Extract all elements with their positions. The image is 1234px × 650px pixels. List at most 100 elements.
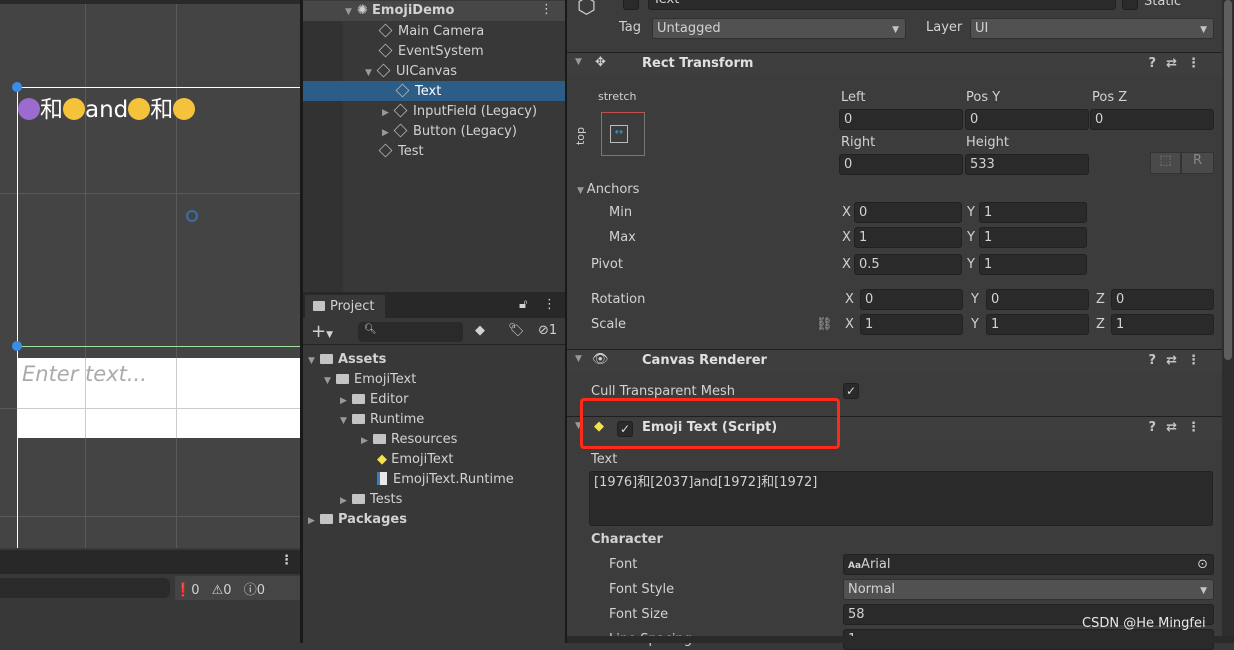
project-item[interactable]: ▶ Tests (340, 490, 402, 510)
pivot-label: Pivot (591, 257, 623, 272)
project-item[interactable]: ▼ EmojiText (324, 370, 416, 390)
filter-by-label-icon[interactable]: 🏷︎ (508, 323, 525, 338)
posy-input[interactable]: 0 (965, 109, 1089, 130)
project-item[interactable]: ▼ Runtime (340, 410, 424, 430)
console-search[interactable] (0, 578, 170, 598)
font-style-dropdown[interactable]: Normal (843, 579, 1214, 600)
lock-icon[interactable]: 🔓︎ (519, 297, 527, 312)
pivot-y-input[interactable]: 1 (979, 254, 1087, 275)
input-field[interactable]: Enter text... (17, 358, 300, 438)
anchor-presets-button[interactable]: ↔ (601, 112, 645, 156)
help-icon[interactable]: ? (1149, 56, 1167, 71)
pivot-handle[interactable] (186, 210, 198, 222)
character-section-label: Character (591, 532, 663, 547)
y-label: Y (971, 292, 979, 307)
more-icon[interactable]: ⋮ (280, 553, 293, 568)
font-object-field[interactable]: AaArial ⊙ (843, 554, 1214, 575)
font-size-label: Font Size (609, 607, 669, 622)
more-icon[interactable]: ⋮ (1187, 353, 1210, 368)
hierarchy-item[interactable]: Main Camera (378, 22, 484, 42)
posz-input[interactable]: 0 (1090, 109, 1214, 130)
hierarchy-panel: ▼ ✺ EmojiDemo ⋮ Main Camera EventSystem ▼… (303, 0, 565, 292)
anchor-max-x-input[interactable]: 1 (854, 227, 962, 248)
rotation-y-input[interactable]: 0 (986, 289, 1089, 310)
project-item[interactable]: ▶ Resources (361, 430, 457, 450)
help-icon[interactable]: ? (1149, 353, 1167, 368)
gameobject-name-input[interactable]: Text (648, 0, 1116, 10)
anchor-max-y-input[interactable]: 1 (979, 227, 1087, 248)
hierarchy-item[interactable]: ▶ Button (Legacy) (382, 122, 517, 142)
create-button[interactable]: +▼ (311, 321, 333, 342)
constrain-proportions-icon[interactable]: ⛓︎ (816, 317, 833, 333)
gameobject-icon (378, 23, 393, 38)
cull-transparent-mesh-checkbox[interactable]: ✓ (843, 383, 859, 399)
scene-view[interactable]: 和 and 和 Enter text... (0, 0, 300, 548)
hidden-packages-toggle[interactable]: ⊘1 (538, 323, 557, 338)
hierarchy-item-selected[interactable]: Text (395, 82, 441, 102)
anchor-handle[interactable] (12, 341, 22, 351)
more-icon[interactable]: ⋮ (543, 297, 556, 312)
height-input[interactable]: 533 (965, 154, 1089, 175)
active-checkbox[interactable] (623, 0, 639, 10)
project-search-input[interactable]: 🔍︎ (358, 322, 463, 342)
warning-count-toggle[interactable]: ⚠0 (212, 583, 232, 598)
folder-open-icon (320, 354, 333, 364)
tag-dropdown[interactable]: Untagged (652, 18, 906, 39)
help-icon[interactable]: ? (1149, 420, 1167, 435)
right-input[interactable]: 0 (839, 154, 963, 175)
more-icon[interactable]: ⋮ (1187, 420, 1210, 435)
rect-transform-header[interactable]: ▼ ✥ Rect Transform ?⇄⋮ (567, 52, 1222, 76)
script-icon: ◆ (377, 452, 392, 467)
presets-icon[interactable]: ⇄ (1166, 56, 1187, 71)
text-area[interactable]: [1976]和[2037]and[1972]和[1972] (589, 471, 1213, 526)
x-label: X (845, 317, 854, 332)
more-icon[interactable]: ⋮ (1187, 56, 1210, 71)
scale-z-input[interactable]: 1 (1111, 314, 1214, 335)
project-item[interactable]: ▶ Packages (308, 510, 407, 530)
scale-x-input[interactable]: 1 (860, 314, 963, 335)
canvas-renderer-header[interactable]: ▼ 👁︎ Canvas Renderer ?⇄⋮ (567, 349, 1222, 373)
hierarchy-item[interactable]: EventSystem (378, 42, 484, 62)
hierarchy-item[interactable]: ▼ UICanvas (365, 62, 457, 82)
raw-edit-button[interactable]: R (1181, 152, 1214, 174)
y-label: Y (967, 205, 975, 220)
error-count-toggle[interactable]: ❗0 (175, 583, 199, 598)
anchor-min-y-input[interactable]: 1 (979, 202, 1087, 223)
pivot-x-input[interactable]: 0.5 (854, 254, 962, 275)
rotation-x-input[interactable]: 0 (860, 289, 963, 310)
z-label: Z (1096, 317, 1105, 332)
scene-header[interactable]: ▼ ✺ EmojiDemo ⋮ (303, 1, 565, 21)
project-item[interactable]: ▼ Assets (308, 350, 386, 370)
text-run: and (85, 97, 129, 123)
left-input[interactable]: 0 (839, 109, 963, 130)
gameobject-icon: ⬡ (577, 0, 597, 19)
hierarchy-item[interactable]: Test (378, 142, 424, 162)
static-checkbox[interactable] (1122, 0, 1138, 10)
message-count-toggle[interactable]: ⓘ0 (244, 583, 265, 598)
unity-scene-icon: ✺ (357, 3, 373, 18)
rotation-z-input[interactable]: 0 (1111, 289, 1214, 310)
project-item[interactable]: ▶ Editor (340, 390, 408, 410)
gameobject-icon (393, 123, 408, 138)
scale-y-input[interactable]: 1 (986, 314, 1089, 335)
anchor-max-label: Max (609, 230, 636, 245)
project-item[interactable]: EmojiText.Runtime (377, 470, 514, 490)
anchor-preset-v-label: top (574, 126, 588, 146)
font-asset-icon: Aa (848, 561, 862, 571)
smile-emoji-icon (63, 98, 85, 120)
hierarchy-item[interactable]: ▶ InputField (Legacy) (382, 102, 537, 122)
project-item[interactable]: ◆ EmojiText (377, 450, 454, 470)
anchors-foldout[interactable]: ▼ Anchors (577, 182, 639, 199)
inspector-scrollbar[interactable] (1224, 0, 1232, 360)
more-icon[interactable]: ⋮ (540, 2, 553, 17)
x-label: X (842, 230, 851, 245)
filter-by-type-icon[interactable]: ◆ (475, 323, 485, 338)
presets-icon[interactable]: ⇄ (1166, 353, 1187, 368)
tab-project[interactable]: Project (305, 295, 385, 319)
object-picker-icon[interactable]: ⊙ (1197, 556, 1208, 574)
blueprint-mode-button[interactable]: ⬚ (1150, 152, 1181, 174)
layer-dropdown[interactable]: UI (970, 18, 1214, 39)
presets-icon[interactable]: ⇄ (1166, 420, 1187, 435)
rect-transform-icon: ✥ (595, 55, 606, 70)
anchor-min-x-input[interactable]: 0 (854, 202, 962, 223)
